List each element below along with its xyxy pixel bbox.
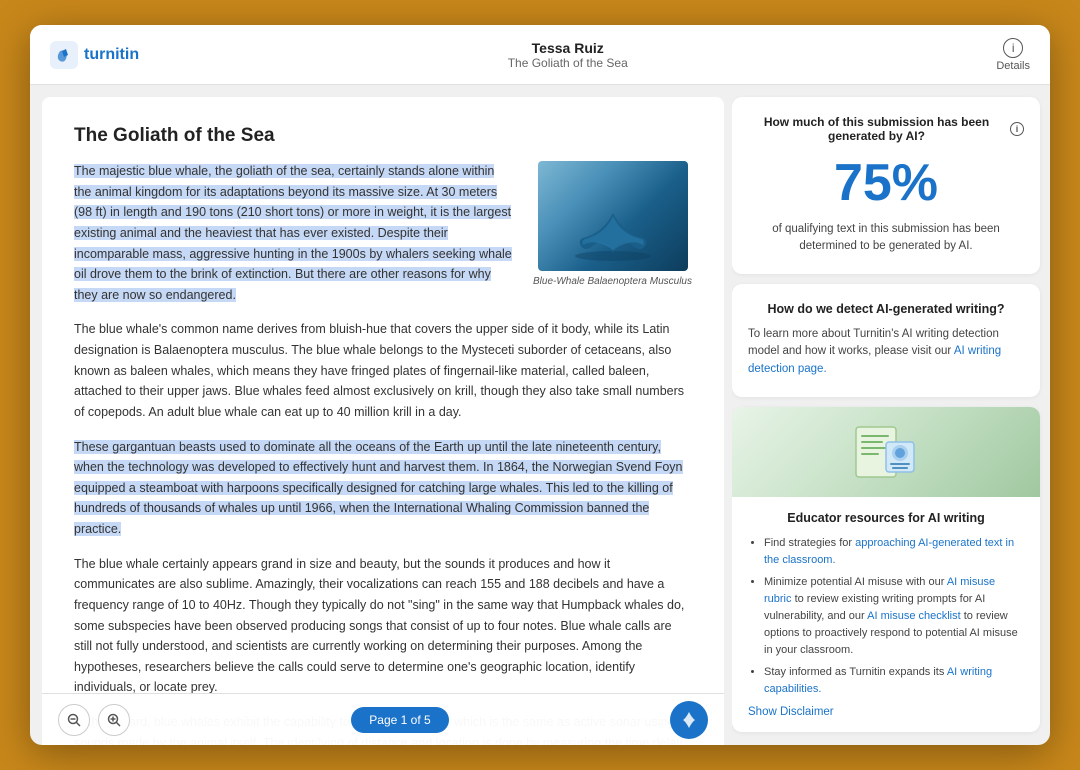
paragraph-2: The blue whale's common name derives fro… xyxy=(74,319,692,422)
header-username: Tessa Ruiz xyxy=(508,40,628,56)
whale-tail-svg xyxy=(573,208,653,263)
paragraph-3-highlighted: These gargantuan beasts used to dominate… xyxy=(74,440,683,537)
image-caption: Blue-Whale Balaenoptera Musculus xyxy=(533,276,692,287)
turnitin-button-icon xyxy=(678,709,700,731)
ai-percentage: 75% xyxy=(748,153,1024,213)
details-icon: i xyxy=(1003,38,1023,58)
header: turnitin Tessa Ruiz The Goliath of the S… xyxy=(30,25,1050,85)
zoom-in-icon xyxy=(107,713,121,727)
document-panel: The Goliath of the Sea The majestic blue… xyxy=(42,97,724,745)
bottom-toolbar: Page 1 of 5 xyxy=(42,693,724,745)
zoom-out-icon xyxy=(67,713,81,727)
detection-card: How do we detect AI-generated writing? T… xyxy=(732,284,1040,397)
resources-svg xyxy=(846,417,926,487)
resources-illustration xyxy=(732,407,1040,497)
resources-content: Educator resources for AI writing Find s… xyxy=(732,497,1040,732)
resource-link-2b[interactable]: AI misuse checklist xyxy=(867,610,961,622)
ai-question: How much of this submission has been gen… xyxy=(748,115,1024,143)
details-button[interactable]: i Details xyxy=(996,38,1030,72)
whale-image-container: Blue-Whale Balaenoptera Musculus xyxy=(533,161,692,287)
resources-list: Find strategies for approaching AI-gener… xyxy=(748,535,1024,698)
document-title: The Goliath of the Sea xyxy=(74,125,692,147)
header-document-title: The Goliath of the Sea xyxy=(508,56,628,70)
resources-card: Educator resources for AI writing Find s… xyxy=(732,407,1040,732)
main-content: The Goliath of the Sea The majestic blue… xyxy=(30,85,1050,745)
intro-paragraph: The majestic blue whale, the goliath of … xyxy=(74,161,515,305)
logo-text: turnitin xyxy=(84,46,139,64)
page-indicator: Page 1 of 5 xyxy=(351,707,448,733)
ai-percentage-card: How much of this submission has been gen… xyxy=(732,97,1040,274)
zoom-in-button[interactable] xyxy=(98,704,130,736)
ai-description: of qualifying text in this submission ha… xyxy=(748,221,1024,256)
resources-title: Educator resources for AI writing xyxy=(748,511,1024,525)
zoom-out-button[interactable] xyxy=(58,704,90,736)
details-label: Details xyxy=(996,60,1030,72)
intro-highlighted: The majestic blue whale, the goliath of … xyxy=(74,164,512,302)
resource-item-2: Minimize potential AI misuse with our AI… xyxy=(764,574,1024,659)
paragraph-3: These gargantuan beasts used to dominate… xyxy=(74,437,692,540)
ai-info-icon[interactable]: i xyxy=(1010,122,1024,136)
paragraph-4: The blue whale certainly appears grand i… xyxy=(74,554,692,698)
detection-body: To learn more about Turnitin's AI writin… xyxy=(748,326,1024,379)
show-disclaimer-button[interactable]: Show Disclaimer xyxy=(748,706,1024,718)
right-panel[interactable]: How much of this submission has been gen… xyxy=(732,85,1050,745)
resource-item-1: Find strategies for approaching AI-gener… xyxy=(764,535,1024,569)
detection-title: How do we detect AI-generated writing? xyxy=(748,302,1024,316)
turnitin-logo-icon xyxy=(50,41,78,69)
document-area[interactable]: The Goliath of the Sea The majestic blue… xyxy=(42,97,724,745)
app-window: turnitin Tessa Ruiz The Goliath of the S… xyxy=(30,25,1050,745)
toolbar-zoom-controls xyxy=(58,704,130,736)
logo: turnitin xyxy=(50,41,139,69)
doc-intro-section: The majestic blue whale, the goliath of … xyxy=(74,161,692,305)
whale-image xyxy=(538,161,688,271)
resource-item-3: Stay informed as Turnitin expands its AI… xyxy=(764,664,1024,698)
turnitin-home-button[interactable] xyxy=(670,701,708,739)
header-center: Tessa Ruiz The Goliath of the Sea xyxy=(508,40,628,70)
